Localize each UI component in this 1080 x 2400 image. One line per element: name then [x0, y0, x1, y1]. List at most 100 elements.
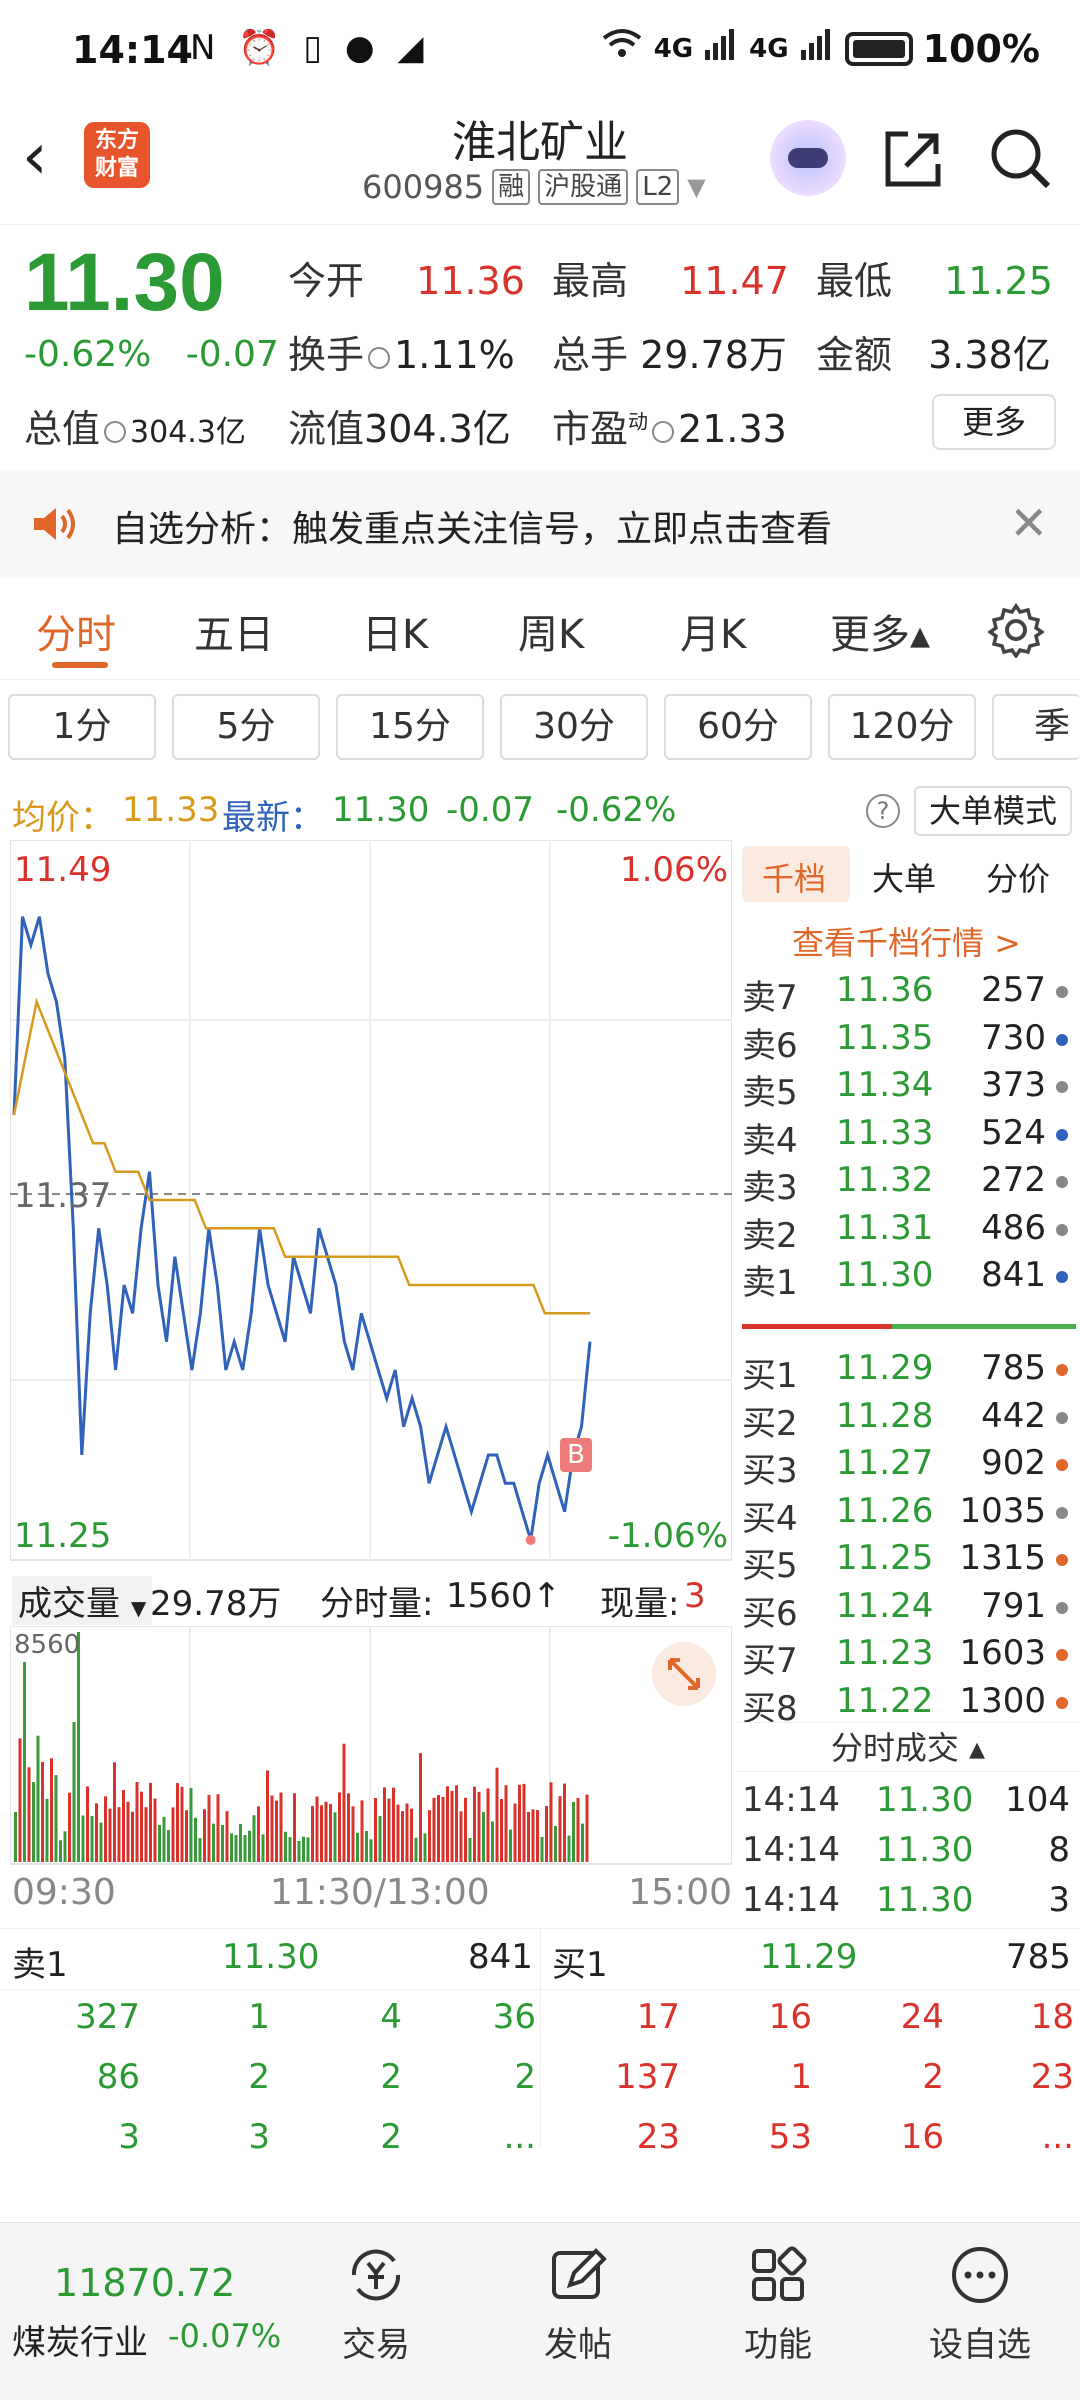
period-5m[interactable]: 5分	[172, 694, 320, 760]
ask-level-volume: 257	[981, 970, 1046, 1010]
level-dot-icon	[1056, 1411, 1068, 1424]
alert-banner[interactable]: 自选分析：触发重点关注信号，立即点击查看 ✕	[0, 470, 1080, 578]
search-icon[interactable]	[986, 124, 1056, 194]
ask-level-row[interactable]: 卖5 11.34 373	[736, 1065, 1076, 1113]
bid-level-row[interactable]: 买2 11.28 442	[736, 1396, 1076, 1444]
volume-bar	[306, 1837, 310, 1862]
volume-bar	[531, 1809, 535, 1862]
bid-level-row[interactable]: 买1 11.29 785	[736, 1348, 1076, 1396]
gear-icon[interactable]	[986, 602, 1046, 660]
ask-level-label: 卖2	[742, 1215, 798, 1256]
avg-price-line	[12, 997, 590, 1315]
trade-button[interactable]: 交易	[306, 2243, 446, 2366]
index-value[interactable]: 11870.72	[54, 2261, 235, 2305]
volume-bar	[117, 1807, 121, 1862]
sell-queue-cell: 327	[75, 1997, 140, 2037]
level-one-queue: 卖1 11.30 841 买1 11.29 785 327 1 4 36 86 2 2 2 3 3…	[0, 1928, 1080, 2168]
bid-level-row[interactable]: 买7 11.23 1603	[736, 1633, 1076, 1681]
chart-bottom-pct: -1.06%	[607, 1516, 728, 1556]
tab-daily-k[interactable]: 日K	[362, 602, 428, 660]
period-1m[interactable]: 1分	[8, 694, 156, 760]
level-dot-icon	[1056, 1223, 1068, 1236]
help-icon[interactable]: ?	[866, 794, 900, 828]
volume-bar	[567, 1835, 571, 1862]
tab-intraday[interactable]: 分时	[36, 602, 116, 660]
volume-bar	[315, 1796, 319, 1862]
bid-level-volume: 1035	[959, 1490, 1046, 1531]
volume-bar	[360, 1800, 364, 1862]
low-cell: 最低 11.25	[816, 250, 1053, 305]
ask-level-row[interactable]: 卖6 11.35 730	[736, 1018, 1076, 1066]
low-label: 最低	[816, 259, 893, 303]
tab-monthly-k[interactable]: 月K	[680, 602, 746, 660]
chevron-down-icon[interactable]: ▼	[687, 173, 705, 201]
share-icon[interactable]	[878, 124, 948, 194]
intraday-chart[interactable]: 11.49 1.06% 11.37 11.25 -1.06% B	[9, 839, 733, 1569]
open-label: 今开	[288, 259, 365, 303]
ask-level-row[interactable]: 卖1 11.30 841	[736, 1255, 1076, 1303]
bid-level-row[interactable]: 买3 11.27 902	[736, 1443, 1076, 1491]
tab-five-day[interactable]: 五日	[194, 602, 274, 660]
ask-level-row[interactable]: 卖3 11.32 272	[736, 1160, 1076, 1208]
close-icon[interactable]: ✕	[1009, 496, 1048, 550]
info-icon[interactable]	[368, 346, 391, 369]
period-60m[interactable]: 60分	[664, 694, 812, 760]
period-120m[interactable]: 120分	[828, 694, 976, 760]
volume-bar	[455, 1785, 458, 1862]
margin-tag: 融	[492, 169, 531, 205]
volume-bar	[437, 1795, 440, 1862]
bottom-bar: 11870.72 煤炭行业 -0.07% 交易 发帖 功能 设自选	[0, 2222, 1080, 2400]
bid-level-row[interactable]: 买6 11.24 791	[736, 1586, 1076, 1634]
bid-level-label: 买6	[742, 1593, 798, 1634]
ask-level-label: 卖4	[742, 1120, 798, 1161]
ticks-title[interactable]: 分时成交 ▴	[736, 1722, 1080, 1772]
volume-bar	[248, 1830, 251, 1862]
volume-bar	[225, 1811, 229, 1862]
volume-bar	[185, 1810, 188, 1862]
functions-button[interactable]: 功能	[708, 2243, 848, 2366]
index-name[interactable]: 煤炭行业	[12, 2315, 148, 2364]
book-tab-price[interactable]: 分价	[986, 854, 1050, 900]
volume-chart[interactable]: 8560	[9, 1625, 733, 1866]
volume-selector[interactable]: 成交量 ▼	[12, 1576, 153, 1625]
sell-queue-cell: 2	[248, 2057, 270, 2097]
mktcap-value: 304.3亿	[130, 415, 246, 450]
post-button[interactable]: 发帖	[508, 2243, 648, 2366]
volume-header: 成交量 ▼ 29.78万 分时量: 1560↑ 现量: 3	[0, 1568, 732, 1625]
pe-cell: 市盈动 21.33	[552, 398, 787, 453]
big-order-mode-button[interactable]: 大单模式	[914, 786, 1072, 836]
period-30m[interactable]: 30分	[500, 694, 648, 760]
book-tab-depth[interactable]: 千档	[762, 854, 826, 900]
volume-bar	[113, 1762, 116, 1862]
bid-level-volume: 1300	[959, 1680, 1046, 1721]
more-button[interactable]: 更多	[932, 394, 1056, 450]
ask-level-price: 11.30	[836, 1255, 934, 1295]
info-icon[interactable]	[652, 420, 675, 443]
period-15m[interactable]: 15分	[336, 694, 484, 760]
tab-weekly-k[interactable]: 周K	[518, 602, 584, 660]
bid-level-volume: 1603	[959, 1633, 1046, 1673]
add-watchlist-button[interactable]: 设自选	[910, 2243, 1050, 2366]
bid-level-row[interactable]: 买4 11.26 1035	[736, 1491, 1076, 1539]
buy-marker[interactable]: B	[560, 1438, 592, 1472]
amount-value: 3.38亿	[928, 333, 1051, 377]
ask-level-row[interactable]: 卖4 11.33 524	[736, 1113, 1076, 1161]
yuan-exchange-icon	[344, 2243, 408, 2307]
bid-level-row[interactable]: 买5 11.25 1315	[736, 1538, 1076, 1586]
ask-level-row[interactable]: 卖2 11.31 486	[736, 1208, 1076, 1256]
assistant-avatar-icon[interactable]	[770, 120, 846, 196]
stock-code: 600985	[362, 168, 485, 206]
minute-vol-value: 1560↑	[446, 1576, 562, 1616]
period-season[interactable]: 季	[992, 694, 1080, 760]
volume-bar	[509, 1829, 512, 1862]
battery-icon	[844, 31, 913, 66]
expand-icon[interactable]	[652, 1642, 716, 1706]
volume-bar	[383, 1787, 386, 1862]
tab-more[interactable]: 更多▴	[830, 602, 930, 660]
book-tab-large[interactable]: 大单	[872, 854, 936, 900]
sell-queue-cell: 2	[380, 2117, 402, 2157]
volume-bar	[549, 1782, 553, 1862]
depth-link[interactable]: 查看千档行情 >	[792, 918, 1021, 964]
info-icon[interactable]	[104, 420, 127, 443]
ask-level-row[interactable]: 卖7 11.36 257	[736, 970, 1076, 1018]
